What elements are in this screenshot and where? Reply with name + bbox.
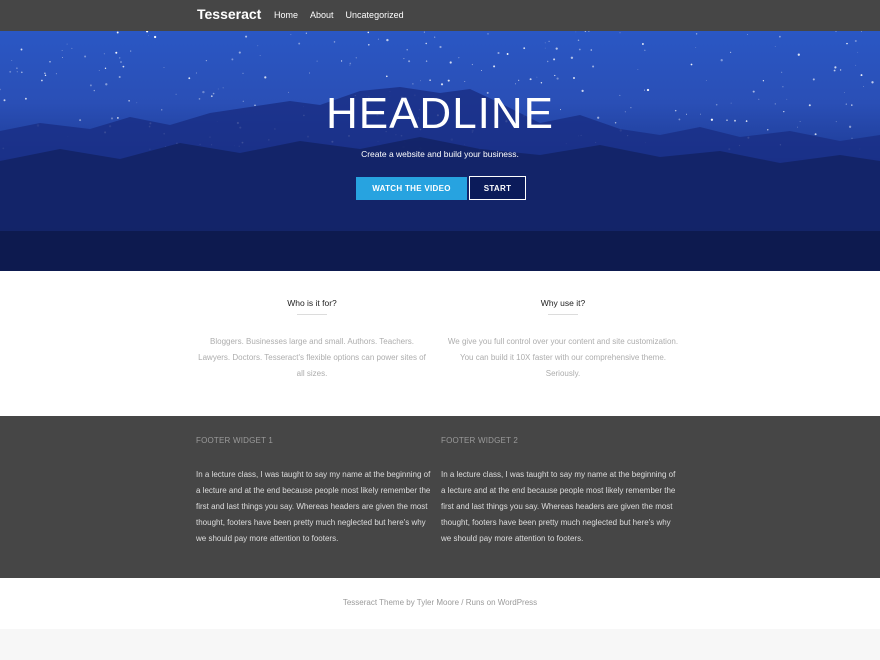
page-bottom [0,629,880,660]
hero-tagline: Create a website and build your business… [361,149,519,159]
widget-title: FOOTER WIDGET 1 [196,436,274,445]
nav-about[interactable]: About [310,10,334,20]
top-bar: Tesseract Home About Uncategorized [0,0,880,31]
feature-title: Why use it? [447,298,679,315]
feature-text: We give you full control over your conte… [447,337,679,378]
site-credits: Tesseract Theme by Tyler Moore / Runs on… [0,578,880,629]
feature-title: Who is it for? [196,298,428,315]
footer-widget-2: FOOTER WIDGET 2 In a lecture class, I wa… [441,436,679,547]
wordpress-link[interactable]: Runs on WordPress [466,598,537,607]
widget-text: In a lecture class, I was taught to say … [196,470,431,543]
main-nav: Home About Uncategorized [274,10,404,20]
credits-separator: / [461,598,464,607]
nav-home[interactable]: Home [274,10,298,20]
features-section: Who is it for? Bloggers. Businesses larg… [0,271,880,416]
widget-text: In a lecture class, I was taught to say … [441,470,676,543]
feature-why: Why use it? We give you full control ove… [447,298,679,382]
footer-widget-1: FOOTER WIDGET 1 In a lecture class, I wa… [196,436,434,547]
theme-link[interactable]: Tesseract Theme [343,598,404,607]
credits-line: Tesseract Theme by Tyler Moore / Runs on… [0,598,880,607]
start-button[interactable]: START [469,176,526,200]
credits-by: by [406,598,415,607]
nav-uncategorized[interactable]: Uncategorized [346,10,404,20]
watch-video-button[interactable]: WATCH THE VIDEO [356,177,467,200]
widget-title: FOOTER WIDGET 2 [441,436,519,445]
author-link[interactable]: Tyler Moore [417,598,459,607]
feature-who: Who is it for? Bloggers. Businesses larg… [196,298,428,382]
hero-headline: HEADLINE [325,89,555,138]
footer-widgets: FOOTER WIDGET 1 In a lecture class, I wa… [0,416,880,578]
hero-banner: HEADLINE Create a website and build your… [0,31,880,271]
feature-text: Bloggers. Businesses large and small. Au… [198,337,426,378]
site-title[interactable]: Tesseract [197,6,261,22]
